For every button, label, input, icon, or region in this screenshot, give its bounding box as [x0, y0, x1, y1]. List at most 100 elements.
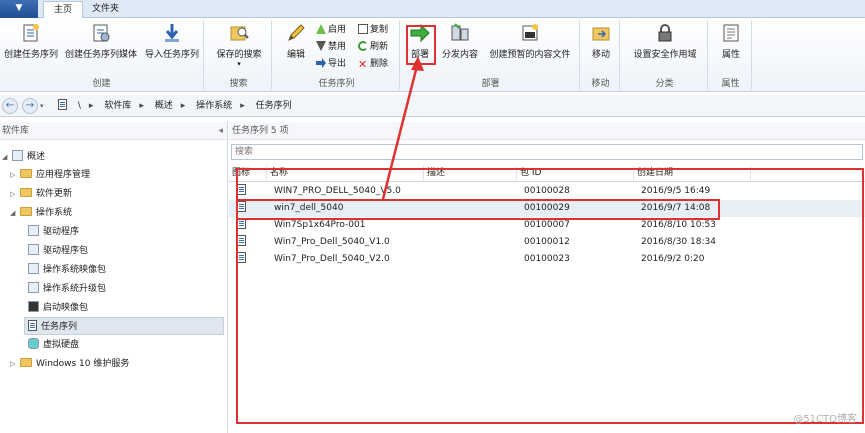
- properties-label: 属性: [721, 50, 740, 60]
- saved-searches-button[interactable]: 保存的搜索 ▾: [210, 22, 268, 68]
- create-task-sequence-media-label: 创建任务序列媒体: [64, 50, 137, 60]
- properties-icon: [723, 24, 739, 42]
- boot-image-icon: [28, 301, 39, 312]
- tree-item-label: 操作系统: [36, 208, 73, 218]
- folder-icon: [20, 358, 32, 367]
- row-date-created: 2016/8/30 18:34: [641, 237, 716, 247]
- tree-item-software-updates[interactable]: ▷ 软件更新: [10, 185, 72, 203]
- tree-item-label: 操作系统映像包: [43, 265, 107, 275]
- column-header-description[interactable]: 描述: [424, 166, 517, 182]
- table-row[interactable]: Win7_Pro_Dell_5040_V1.0 00100012 2016/8/…: [229, 234, 865, 251]
- ribbon-group-deploy: 部署 分发内容 创建预暂的内容文件 部署: [402, 20, 580, 90]
- row-name: win7_dell_5040: [274, 203, 344, 213]
- table-row[interactable]: WIN7_PRO_DELL_5040_V5.0 00100028 2016/9/…: [229, 183, 865, 200]
- export-button[interactable]: 导出: [316, 58, 346, 70]
- create-task-sequence-button[interactable]: 创建任务序列: [2, 22, 60, 60]
- search-input[interactable]: 搜索: [231, 144, 863, 160]
- table-row-selected[interactable]: win7_dell_5040 00100029 2016/9/7 14:08: [229, 200, 865, 217]
- task-sequence-icon: [58, 99, 67, 110]
- column-header-date-created[interactable]: 创建日期: [634, 166, 751, 182]
- delete-x-icon: ✕: [358, 58, 368, 71]
- tree-item-label: 软件更新: [36, 189, 73, 199]
- copy-button[interactable]: 复制: [358, 24, 388, 36]
- breadcrumb-operating-systems[interactable]: 操作系统: [196, 101, 232, 111]
- tree-item-virtual-hard-disks[interactable]: 虚拟硬盘: [28, 336, 79, 354]
- expand-icon[interactable]: ▷: [10, 355, 20, 373]
- column-header-icon[interactable]: 图标: [229, 166, 267, 182]
- enable-button[interactable]: 启用: [316, 24, 346, 36]
- tree-item-os-images[interactable]: 操作系统映像包: [28, 261, 106, 279]
- enable-label: 启用: [328, 25, 347, 35]
- create-task-sequence-media-button[interactable]: 创建任务序列媒体: [62, 22, 140, 60]
- disable-button[interactable]: 禁用: [316, 41, 346, 53]
- table-row[interactable]: Win7_Pro_Dell_5040_V2.0 00100023 2016/9/…: [229, 251, 865, 268]
- tab-folder[interactable]: 文件夹: [82, 1, 129, 18]
- tree-item-application-management[interactable]: ▷ 应用程序管理: [10, 166, 90, 184]
- results-pane: 任务序列 5 项 搜索 图标 名称 描述 包 ID 创建日期 WIN7_PRO_…: [229, 122, 865, 433]
- expand-icon[interactable]: ▷: [10, 166, 20, 184]
- ribbon-group-move: 移动 移动: [582, 20, 620, 90]
- saved-search-icon: [230, 26, 249, 41]
- tree-item-label: 驱动程序: [43, 227, 80, 237]
- table-header: 图标 名称 描述 包 ID 创建日期: [229, 166, 865, 182]
- row-date-created: 2016/9/7 14:08: [641, 203, 711, 213]
- tree-item-label: 虚拟硬盘: [43, 340, 80, 350]
- tree-item-windows10-servicing[interactable]: ▷ Windows 10 维护服务: [10, 355, 129, 373]
- row-package-id: 00100029: [524, 203, 570, 213]
- create-prestaged-content-button[interactable]: 创建预暂的内容文件: [482, 22, 578, 60]
- import-icon: [165, 24, 179, 42]
- export-label: 导出: [328, 59, 347, 69]
- deploy-label: 部署: [410, 50, 429, 60]
- distribute-content-button[interactable]: 分发内容: [440, 22, 480, 60]
- breadcrumb: \ ▸ 软件库 ▸ 概述 ▸ 操作系统 ▸ 任务序列: [58, 98, 300, 114]
- breadcrumb-overview[interactable]: 概述: [155, 101, 173, 111]
- column-header-name[interactable]: 名称: [267, 166, 424, 182]
- expand-icon[interactable]: ▷: [10, 185, 20, 203]
- row-name: WIN7_PRO_DELL_5040_V5.0: [274, 186, 401, 196]
- history-dropdown-icon[interactable]: ▾: [40, 102, 44, 110]
- tree-item-driver-packages[interactable]: 驱动程序包: [28, 242, 88, 260]
- back-button[interactable]: ←: [2, 98, 18, 114]
- breadcrumb-software-library[interactable]: 软件库: [104, 101, 131, 111]
- breadcrumb-task-sequences[interactable]: 任务序列: [256, 101, 292, 111]
- column-header-package-id[interactable]: 包 ID: [517, 166, 634, 182]
- pencil-icon: [288, 24, 305, 41]
- copy-label: 复制: [370, 25, 389, 35]
- import-task-sequence-button[interactable]: 导入任务序列: [142, 22, 202, 60]
- set-security-scopes-button[interactable]: 设置安全作用域: [626, 22, 704, 60]
- tree-item-operating-systems[interactable]: ◢ 操作系统: [10, 204, 72, 222]
- tree-item-task-sequences[interactable]: 任务序列: [24, 317, 224, 335]
- ribbon-group-search: 保存的搜索 ▾ 搜索: [206, 20, 272, 90]
- copy-icon: [358, 24, 368, 34]
- refresh-button[interactable]: 刷新: [358, 41, 388, 53]
- collapse-pane-icon[interactable]: ◂: [218, 122, 223, 140]
- tree-item-boot-images[interactable]: 启动映像包: [28, 299, 88, 317]
- breadcrumb-root[interactable]: \: [78, 101, 81, 111]
- tree-item-label: Windows 10 维护服务: [36, 359, 130, 369]
- tree-item-os-upgrade-packages[interactable]: 操作系统升级包: [28, 280, 106, 298]
- task-sequence-icon: [237, 217, 246, 234]
- tab-home[interactable]: 主页: [43, 1, 84, 18]
- tree-item-drivers[interactable]: 驱动程序: [28, 223, 79, 241]
- app-menu-button[interactable]: ▼: [0, 0, 38, 18]
- table-row[interactable]: Win7Sp1x64Pro-001 00100007 2016/8/10 10:…: [229, 217, 865, 234]
- deploy-arrow-icon: [410, 23, 430, 43]
- edit-button[interactable]: 编辑: [278, 22, 314, 60]
- row-name: Win7_Pro_Dell_5040_V2.0: [274, 254, 390, 264]
- ribbon-group-label-properties: 属性: [721, 79, 740, 89]
- row-package-id: 00100012: [524, 237, 570, 247]
- move-folder-icon: [592, 27, 610, 41]
- task-sequence-icon: [237, 251, 246, 268]
- delete-button[interactable]: ✕ 删除: [358, 58, 388, 70]
- tab-bar: ▼ 主页 文件夹: [0, 0, 865, 18]
- saved-searches-label: 保存的搜索: [216, 50, 262, 60]
- properties-button[interactable]: 属性: [714, 22, 748, 60]
- deploy-button[interactable]: 部署: [406, 22, 434, 60]
- collapse-icon[interactable]: ◢: [10, 204, 20, 222]
- tree-item-overview[interactable]: ◢ 概述: [2, 148, 45, 166]
- ribbon-group-label-create: 创建: [92, 79, 111, 89]
- collapse-icon[interactable]: ◢: [2, 148, 12, 166]
- navigation-pane: 软件库 ◂ ◢ 概述 ▷ 应用程序管理 ▷ 软件更新 ◢ 操作系统 驱动程序 驱动程序包…: [0, 122, 228, 433]
- forward-button[interactable]: →: [22, 98, 38, 114]
- move-button[interactable]: 移动: [586, 22, 616, 60]
